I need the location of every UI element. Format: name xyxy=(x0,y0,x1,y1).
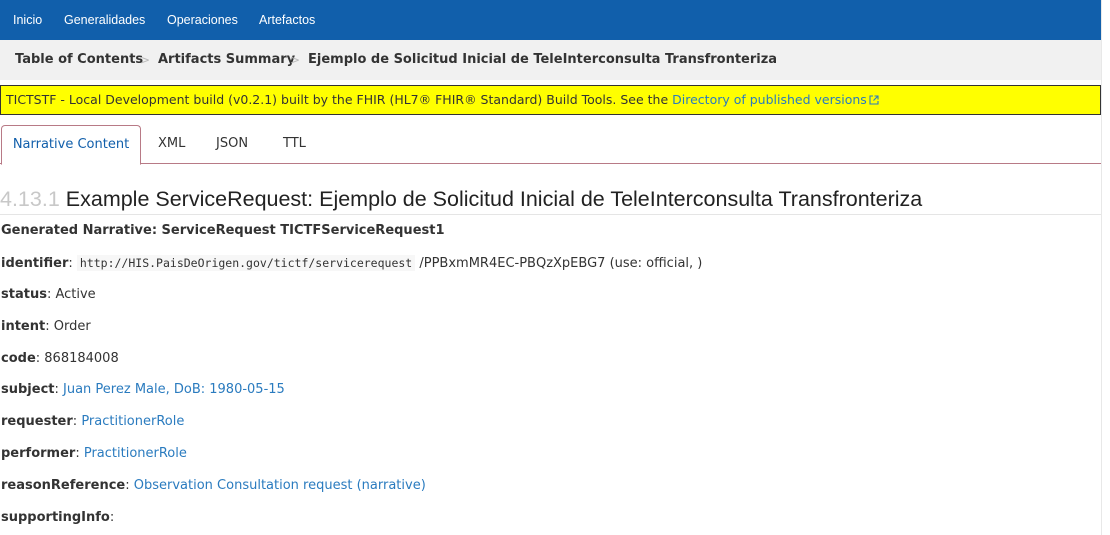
identifier-system: http://HIS.PaisDeOrigen.gov/tictf/servic… xyxy=(76,255,416,271)
tab-xml[interactable]: XML xyxy=(158,125,185,163)
field-label: code xyxy=(1,351,36,366)
breadcrumb: Table of Contents > Artifacts Summary > … xyxy=(0,40,1101,80)
banner-text: TICTSTF - Local Development build (v0.2.… xyxy=(6,92,673,107)
reason-reference-link[interactable]: Observation Consultation request (narrat… xyxy=(134,478,426,493)
build-info-banner: TICTSTF - Local Development build (v0.2.… xyxy=(0,85,1101,115)
field-label: status xyxy=(1,287,47,302)
subject-row: subject: Juan Perez Male, DoB: 1980-05-1… xyxy=(1,382,285,397)
external-link-icon xyxy=(869,87,879,115)
field-label: intent xyxy=(1,319,46,334)
reason-reference-row: reasonReference: Observation Consultatio… xyxy=(1,478,426,493)
performer-row: performer: PractitionerRole xyxy=(1,446,187,461)
section-number: 4.13.1 xyxy=(0,187,60,211)
generated-narrative-label: Generated Narrative: ServiceRequest TICT… xyxy=(1,223,445,238)
generated-narrative-row: Generated Narrative: ServiceRequest TICT… xyxy=(1,221,445,241)
intent-row: intent: Order xyxy=(1,319,91,334)
requester-link[interactable]: PractitionerRole xyxy=(81,414,184,429)
field-label: subject xyxy=(1,382,55,397)
tab-narrative-content[interactable]: Narrative Content xyxy=(1,125,141,165)
intent-value: Order xyxy=(53,319,91,334)
supporting-info-row: supportingInfo: xyxy=(1,510,115,525)
section-title: Example ServiceRequest: Ejemplo de Solic… xyxy=(65,187,923,211)
subject-link[interactable]: Juan Perez Male, DoB: 1980-05-15 xyxy=(63,382,285,397)
nav-item-operaciones[interactable]: Operaciones xyxy=(167,0,238,40)
directory-published-versions-link[interactable]: Directory of published versions xyxy=(672,92,879,107)
page-edge-divider xyxy=(1101,0,1102,535)
performer-link[interactable]: PractitionerRole xyxy=(84,446,187,461)
breadcrumb-separator: > xyxy=(140,53,151,67)
field-label: requester xyxy=(1,414,73,429)
breadcrumb-table-of-contents[interactable]: Table of Contents xyxy=(15,40,143,80)
breadcrumb-separator: > xyxy=(290,53,301,67)
status-value: Active xyxy=(55,287,96,302)
code-row: code: 868184008 xyxy=(1,351,119,366)
identifier-row: identifier: http://HIS.PaisDeOrigen.gov/… xyxy=(1,255,703,271)
identifier-value: /PPBxmMR4EC-PBQzXpEBG7 (use: official, ) xyxy=(419,256,703,271)
field-label: supportingInfo xyxy=(1,510,110,525)
breadcrumb-current-page: Ejemplo de Solicitud Inicial de TeleInte… xyxy=(308,52,778,67)
breadcrumb-artifacts-summary[interactable]: Artifacts Summary xyxy=(158,40,295,80)
status-row: status: Active xyxy=(1,287,96,302)
requester-row: requester: PractitionerRole xyxy=(1,414,185,429)
nav-item-inicio[interactable]: Inicio xyxy=(13,0,42,40)
top-navbar: Inicio Generalidades Operaciones Artefac… xyxy=(0,0,1101,40)
code-value: 868184008 xyxy=(44,351,119,366)
content-tabs: Narrative Content XML JSON TTL xyxy=(0,125,1101,165)
field-label: identifier xyxy=(1,256,69,271)
field-label: reasonReference xyxy=(1,478,126,493)
nav-item-generalidades[interactable]: Generalidades xyxy=(64,0,145,40)
page-title: 4.13.1 Example ServiceRequest: Ejemplo d… xyxy=(0,184,1101,215)
tab-ttl[interactable]: TTL xyxy=(283,125,306,163)
field-label: performer xyxy=(1,446,76,461)
tab-json[interactable]: JSON xyxy=(216,125,248,163)
nav-item-artefactos[interactable]: Artefactos xyxy=(259,0,315,40)
